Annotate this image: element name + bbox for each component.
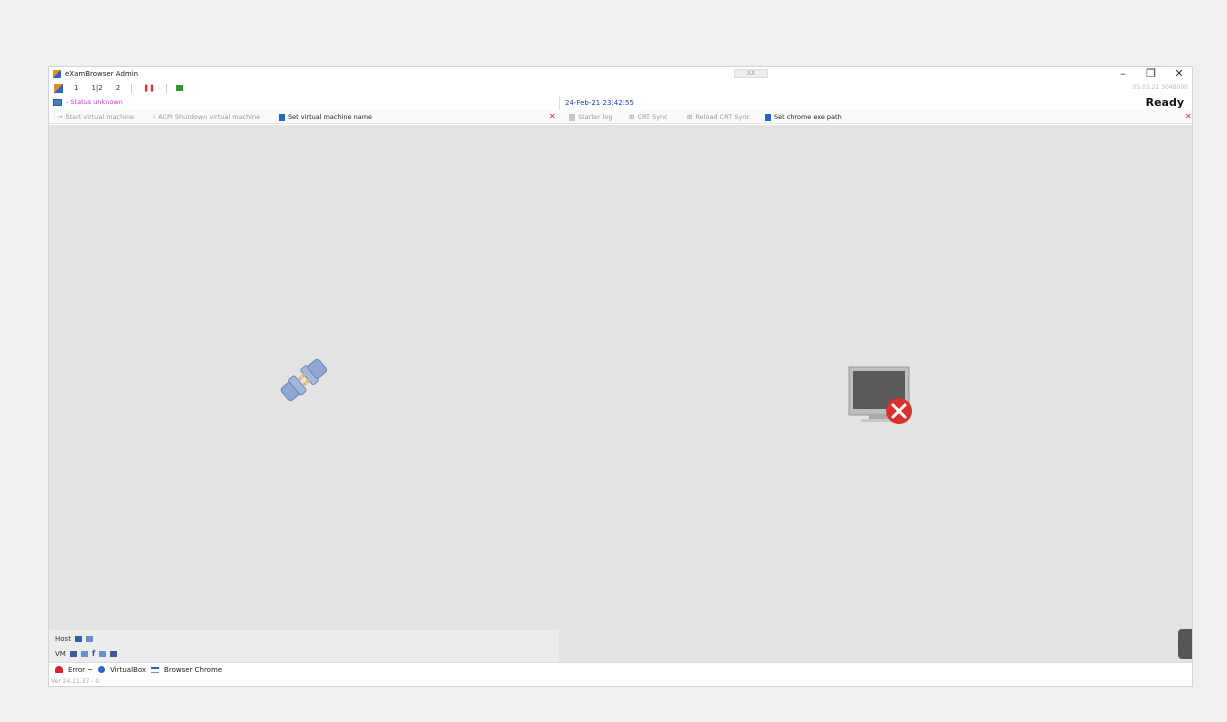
reload-crt-sync-label: Reload CRT Sync	[695, 113, 750, 121]
pause-icon[interactable]: ❚❚	[141, 84, 157, 92]
document-icon	[279, 113, 285, 121]
host-screen-icon[interactable]	[74, 636, 82, 642]
monitor-error-icon	[848, 366, 912, 424]
error-icon	[55, 666, 63, 673]
vm-screen-icon[interactable]	[69, 650, 77, 657]
flag-icon[interactable]	[175, 85, 183, 91]
title-bar: eXamBrowser Admin	[49, 67, 1192, 81]
set-vm-name-button[interactable]: Set virtual machine name	[279, 113, 372, 121]
log-icon	[569, 113, 575, 121]
set-chrome-path-button[interactable]: Set chrome exe path	[765, 113, 842, 121]
vm-monitor-icon[interactable]	[110, 650, 118, 657]
build-info: 05.03.21 3048000	[1132, 84, 1188, 91]
host-label: Host	[55, 635, 71, 643]
power-icon: ⁞	[153, 113, 156, 121]
host-list-icon[interactable]	[85, 636, 93, 642]
browser-chrome-tab[interactable]: Browser Chrome	[164, 666, 222, 674]
reload-crt-sync-button[interactable]: ⊞ Reload CRT Sync	[687, 113, 750, 121]
crt-sync-label: CRT Sync	[637, 113, 668, 121]
starter-log-button[interactable]: Starter log	[569, 113, 613, 121]
bottom-taskbar: Error ~ VirtualBox Browser Chrome	[49, 662, 1192, 676]
acpi-shutdown-label: ACPI Shutdown virtual machine	[158, 113, 261, 121]
layout-split-button[interactable]: 1|2	[89, 84, 104, 92]
host-row: Host	[55, 635, 93, 643]
vm-row: VM f	[55, 649, 118, 658]
main-toolbar: 1 1|2 2 ❚❚	[49, 81, 1192, 95]
virtualbox-icon	[98, 666, 106, 673]
start-vm-button[interactable]: → Start virtual machine	[57, 113, 134, 121]
minimize-button[interactable]: –	[1116, 67, 1130, 81]
virtualbox-tab[interactable]: VirtualBox	[110, 666, 146, 674]
window-title: eXamBrowser Admin	[65, 70, 139, 78]
status-row: - Status unknown 24-Feb-21 23:42:55 Read…	[49, 96, 1192, 110]
app-logo-icon	[53, 70, 61, 78]
window-controls: – ❐ ✕	[1116, 67, 1186, 81]
chrome-path-icon	[765, 113, 771, 121]
status-timestamp: 24-Feb-21 23:42:55	[565, 99, 634, 107]
reload-icon: ⊞	[687, 113, 693, 121]
restore-button[interactable]: ❐	[1144, 67, 1158, 81]
monitor-icon	[53, 98, 62, 106]
status-ready: Ready	[1145, 96, 1184, 109]
close-right-pane-icon[interactable]: ✕	[1185, 112, 1192, 121]
action-bar: → Start virtual machine ⁞ ACPI Shutdown …	[49, 110, 1192, 124]
status-unknown-label: - Status unknown	[66, 98, 123, 106]
layout-1-button[interactable]: 1	[72, 84, 80, 92]
facebook-icon[interactable]: f	[92, 649, 95, 658]
vm-label: VM	[55, 649, 66, 658]
chrome-icon	[151, 666, 160, 673]
close-window-button[interactable]: ✕	[1172, 67, 1186, 81]
side-panel-tab[interactable]	[1178, 629, 1192, 659]
center-control[interactable]: XX	[734, 69, 768, 78]
pane-divider	[559, 96, 560, 110]
close-left-pane-icon[interactable]: ✕	[549, 112, 556, 121]
play-icon: →	[57, 113, 63, 121]
vm-status: - Status unknown	[53, 98, 123, 106]
sync-icon: ⊞	[629, 113, 635, 121]
main-content	[49, 125, 1192, 662]
app-window: eXamBrowser Admin XX – ❐ ✕ 1 1|2 2 ❚❚ 05…	[48, 66, 1193, 687]
set-vm-name-label: Set virtual machine name	[288, 113, 373, 121]
starter-log-label: Starter log	[578, 113, 613, 121]
crt-sync-button[interactable]: ⊞ CRT Sync	[629, 113, 668, 121]
disconnected-plug-icon	[280, 358, 328, 402]
layout-2-button[interactable]: 2	[114, 84, 122, 92]
bottom-panel: Host VM f	[49, 630, 559, 662]
error-menu[interactable]: Error ~	[68, 666, 93, 674]
toolbar-separator	[165, 83, 167, 93]
toolbar-separator	[131, 83, 133, 93]
version-footer: Ver 24.21.37 - 0	[51, 678, 100, 685]
start-vm-label: Start virtual machine	[65, 113, 135, 121]
set-chrome-path-label: Set chrome exe path	[774, 113, 842, 121]
acpi-shutdown-button[interactable]: ⁞ ACPI Shutdown virtual machine	[153, 113, 260, 121]
vm-window-icon[interactable]	[99, 650, 107, 657]
app-menu-icon[interactable]	[54, 83, 63, 93]
vm-list-icon[interactable]	[80, 650, 88, 657]
